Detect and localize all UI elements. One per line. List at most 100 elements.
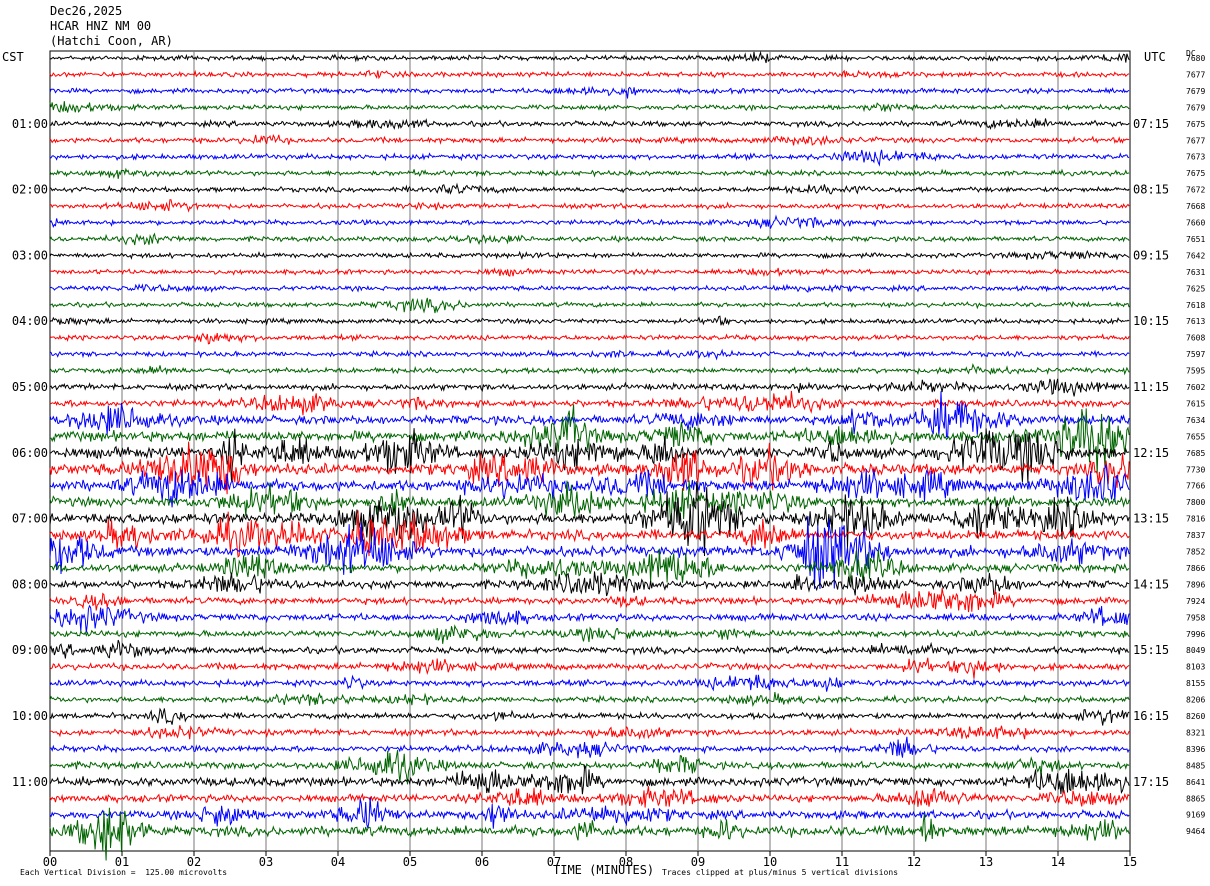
trace-row-13 <box>49 267 1130 278</box>
x-tick-label: 11 <box>835 855 849 869</box>
left-time-label: 10:00 <box>12 709 48 723</box>
dc-offset-label: 7597 <box>1186 350 1205 359</box>
left-time-label: 07:00 <box>12 512 48 526</box>
trace-row-9 <box>49 199 1130 213</box>
trace-row-32 <box>49 571 1130 597</box>
right-time-label: 14:15 <box>1133 577 1169 591</box>
x-tick-label: 15 <box>1123 855 1137 869</box>
dc-offset-label: 7625 <box>1186 284 1205 293</box>
x-tick-label: 04 <box>331 855 345 869</box>
trace-row-40 <box>49 707 1130 726</box>
trace-row-19 <box>49 363 1130 376</box>
right-time-label: 09:15 <box>1133 248 1169 262</box>
trace-row-37 <box>49 657 1130 679</box>
x-tick-label: 13 <box>979 855 993 869</box>
dc-offset-label: 7730 <box>1186 465 1205 474</box>
right-time-label: 07:15 <box>1133 117 1169 131</box>
left-time-label: 08:00 <box>12 577 48 591</box>
dc-offset-label: 8103 <box>1186 663 1205 672</box>
dc-offset-label: 9169 <box>1186 811 1205 820</box>
trace-row-35 <box>49 624 1130 644</box>
dc-offset-label: 7866 <box>1186 564 1205 573</box>
dc-offset-label: 7852 <box>1186 548 1205 557</box>
dc-offset-label: 8049 <box>1186 646 1205 655</box>
dc-offset-label: 8206 <box>1186 696 1205 705</box>
dc-offset-label: 7615 <box>1186 399 1205 408</box>
dc-offset-label: 7685 <box>1186 449 1205 458</box>
right-time-label: 10:15 <box>1133 314 1169 328</box>
trace-row-6 <box>49 149 1130 167</box>
clip-note: Traces clipped at plus/minus 5 vertical … <box>662 868 899 877</box>
dc-offset-label: 8155 <box>1186 679 1205 688</box>
trace-row-20 <box>49 378 1130 397</box>
dc-offset-label: 8321 <box>1186 728 1205 737</box>
dc-offset-label: 8260 <box>1186 712 1205 721</box>
trace-row-42 <box>49 736 1130 759</box>
trace-row-30 <box>49 516 1130 589</box>
trace-row-0 <box>49 50 1130 64</box>
dc-offset-label: 7672 <box>1186 186 1205 195</box>
dc-offset-label: 7634 <box>1186 416 1205 425</box>
dc-offset-label: 8641 <box>1186 778 1205 787</box>
trace-row-22 <box>49 391 1130 438</box>
dc-offset-label: 7660 <box>1186 219 1205 228</box>
trace-row-36 <box>49 639 1130 659</box>
helicorder-plot: 00 01 02 03 04 05 06 07 08 09 10 11 12 13 14 15 01:0002… <box>12 50 1205 869</box>
trace-row-8 <box>49 182 1130 195</box>
x-tick-label: 09 <box>691 855 705 869</box>
left-time-label: 04:00 <box>12 314 48 328</box>
dc-offset-label: 7675 <box>1186 169 1205 178</box>
dc-offset-label: 7816 <box>1186 515 1205 524</box>
trace-row-16 <box>49 315 1130 326</box>
x-tick-label: 02 <box>187 855 201 869</box>
dc-offset-label: 8865 <box>1186 794 1205 803</box>
left-time-label: 01:00 <box>12 117 48 131</box>
dc-offset-label: 8485 <box>1186 761 1205 770</box>
dc-offset-label: 7595 <box>1186 367 1205 376</box>
dc-offset-label: 7680 <box>1186 54 1205 63</box>
dc-offset-label: 7618 <box>1186 301 1205 310</box>
dc-offset-label: 7766 <box>1186 482 1205 491</box>
dc-offset-label: 7996 <box>1186 630 1205 639</box>
trace-row-12 <box>49 249 1130 261</box>
dc-offset-label: 7668 <box>1186 202 1205 211</box>
trace-row-3 <box>49 101 1130 113</box>
trace-row-39 <box>49 691 1130 707</box>
trace-row-38 <box>49 674 1130 692</box>
trace-row-7 <box>49 167 1130 179</box>
dc-offset-label: 9464 <box>1186 827 1205 836</box>
x-axis-title: TIME (MINUTES) <box>553 863 655 877</box>
trace-row-10 <box>49 214 1130 230</box>
dc-offset-label: 7675 <box>1186 120 1205 129</box>
trace-row-11 <box>49 232 1130 246</box>
trace-row-15 <box>49 297 1130 314</box>
dc-offset-label: 7924 <box>1186 597 1205 606</box>
x-tick-label: 12 <box>907 855 921 869</box>
right-time-label: 17:15 <box>1133 775 1169 789</box>
dc-offset-label: 7631 <box>1186 268 1205 277</box>
dc-offset-label: 7677 <box>1186 136 1205 145</box>
left-time-label: 11:00 <box>12 775 48 789</box>
dc-offset-label: 7655 <box>1186 432 1205 441</box>
x-tick-label: 10 <box>763 855 777 869</box>
dc-offset-labels: 7680 7677 7679 7679 7675 7677 7673 7675 7672 7668… <box>1186 54 1205 836</box>
x-tick-label: 05 <box>403 855 417 869</box>
dc-offset-label: 7642 <box>1186 251 1205 260</box>
dc-offset-label: 7602 <box>1186 383 1205 392</box>
left-time-labels: 01:00 02:00 03:00 04:00 05:00 06:00 07:00 08:00… <box>12 117 48 789</box>
x-tick-label: 00 <box>43 855 57 869</box>
seismic-traces <box>49 50 1130 861</box>
left-time-label: 03:00 <box>12 248 48 262</box>
x-tick-label: 14 <box>1051 855 1065 869</box>
dc-offset-label: 7608 <box>1186 334 1205 343</box>
trace-row-44 <box>49 763 1130 795</box>
dc-offset-label: 7896 <box>1186 580 1205 589</box>
division-note: Each Vertical Division = 125.00 microvol… <box>20 868 228 877</box>
trace-row-21 <box>49 390 1130 416</box>
dc-offset-label: 7613 <box>1186 317 1205 326</box>
dc-offset-label: 7677 <box>1186 70 1205 79</box>
right-time-label: 13:15 <box>1133 512 1169 526</box>
right-time-label: 15:15 <box>1133 643 1169 657</box>
trace-row-5 <box>49 133 1130 147</box>
trace-row-14 <box>49 283 1130 293</box>
